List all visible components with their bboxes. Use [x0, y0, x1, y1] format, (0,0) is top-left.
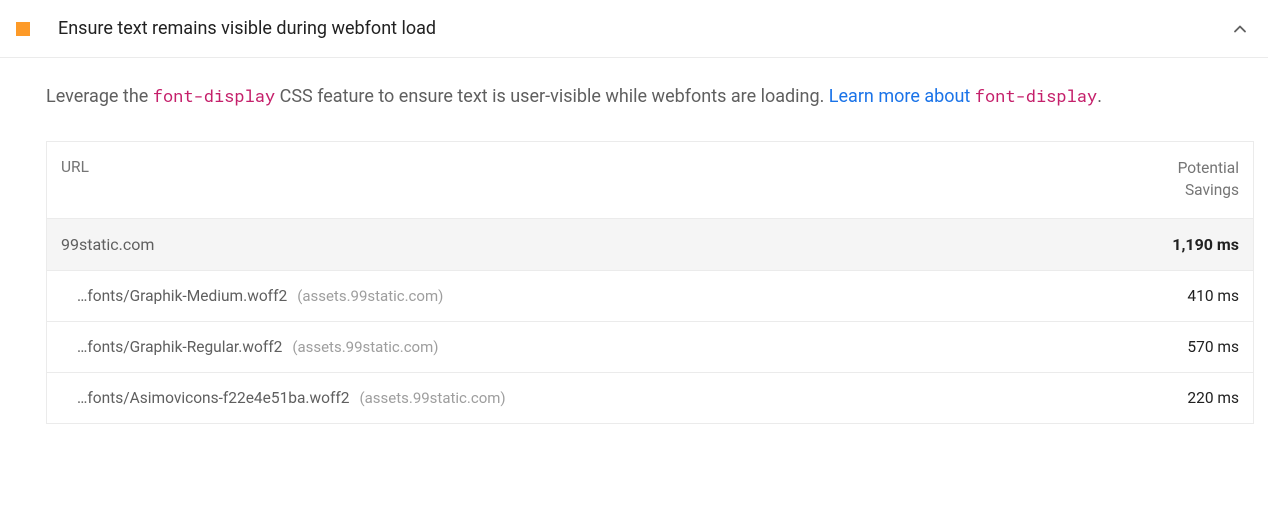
link-text: Learn more about: [829, 86, 975, 107]
resource-cell: …fonts/Graphik-Regular.woff2 (assets.99s…: [77, 338, 1187, 356]
table-row: …fonts/Asimovicons-f22e4e51ba.woff2 (ass…: [47, 373, 1253, 424]
resource-origin: (assets.99static.com): [292, 338, 438, 356]
origin-name: 99static.com: [61, 235, 1172, 254]
table-header: URL Potential Savings: [47, 142, 1253, 218]
font-display-code: font-display: [975, 84, 1097, 107]
font-display-code: font-display: [153, 84, 275, 107]
audit-body: Leverage the font-display CSS feature to…: [0, 58, 1268, 434]
desc-text: CSS feature to ensure text is user-visib…: [275, 86, 829, 107]
resource-savings: 410 ms: [1187, 287, 1239, 305]
table-row: …fonts/Graphik-Medium.woff2 (assets.99st…: [47, 271, 1253, 322]
resource-path: …fonts/Graphik-Medium.woff2: [77, 287, 287, 305]
savings-table: URL Potential Savings 99static.com 1,190…: [46, 141, 1254, 423]
resource-path: …fonts/Graphik-Regular.woff2: [77, 338, 282, 356]
chevron-up-icon: [1230, 19, 1250, 39]
table-row: …fonts/Graphik-Regular.woff2 (assets.99s…: [47, 322, 1253, 373]
resource-cell: …fonts/Graphik-Medium.woff2 (assets.99st…: [77, 287, 1187, 305]
origin-total-savings: 1,190 ms: [1172, 235, 1239, 254]
resource-origin: (assets.99static.com): [359, 389, 505, 407]
desc-text: Leverage the: [46, 86, 153, 107]
audit-panel: Ensure text remains visible during webfo…: [0, 0, 1268, 434]
resource-savings: 220 ms: [1187, 389, 1239, 407]
audit-description: Leverage the font-display CSS feature to…: [46, 80, 1254, 113]
audit-header[interactable]: Ensure text remains visible during webfo…: [0, 0, 1268, 58]
resource-path: …fonts/Asimovicons-f22e4e51ba.woff2: [77, 389, 349, 407]
warning-square-icon: [16, 22, 30, 36]
audit-title: Ensure text remains visible during webfo…: [58, 18, 1230, 39]
col-header-url: URL: [61, 158, 1129, 201]
origin-group-row: 99static.com 1,190 ms: [47, 219, 1253, 271]
learn-more-link[interactable]: Learn more about font-display: [829, 86, 1097, 107]
col-header-savings: Potential Savings: [1129, 158, 1239, 201]
resource-savings: 570 ms: [1187, 338, 1239, 356]
resource-cell: …fonts/Asimovicons-f22e4e51ba.woff2 (ass…: [77, 389, 1187, 407]
resource-origin: (assets.99static.com): [297, 287, 443, 305]
desc-text: .: [1097, 86, 1102, 107]
